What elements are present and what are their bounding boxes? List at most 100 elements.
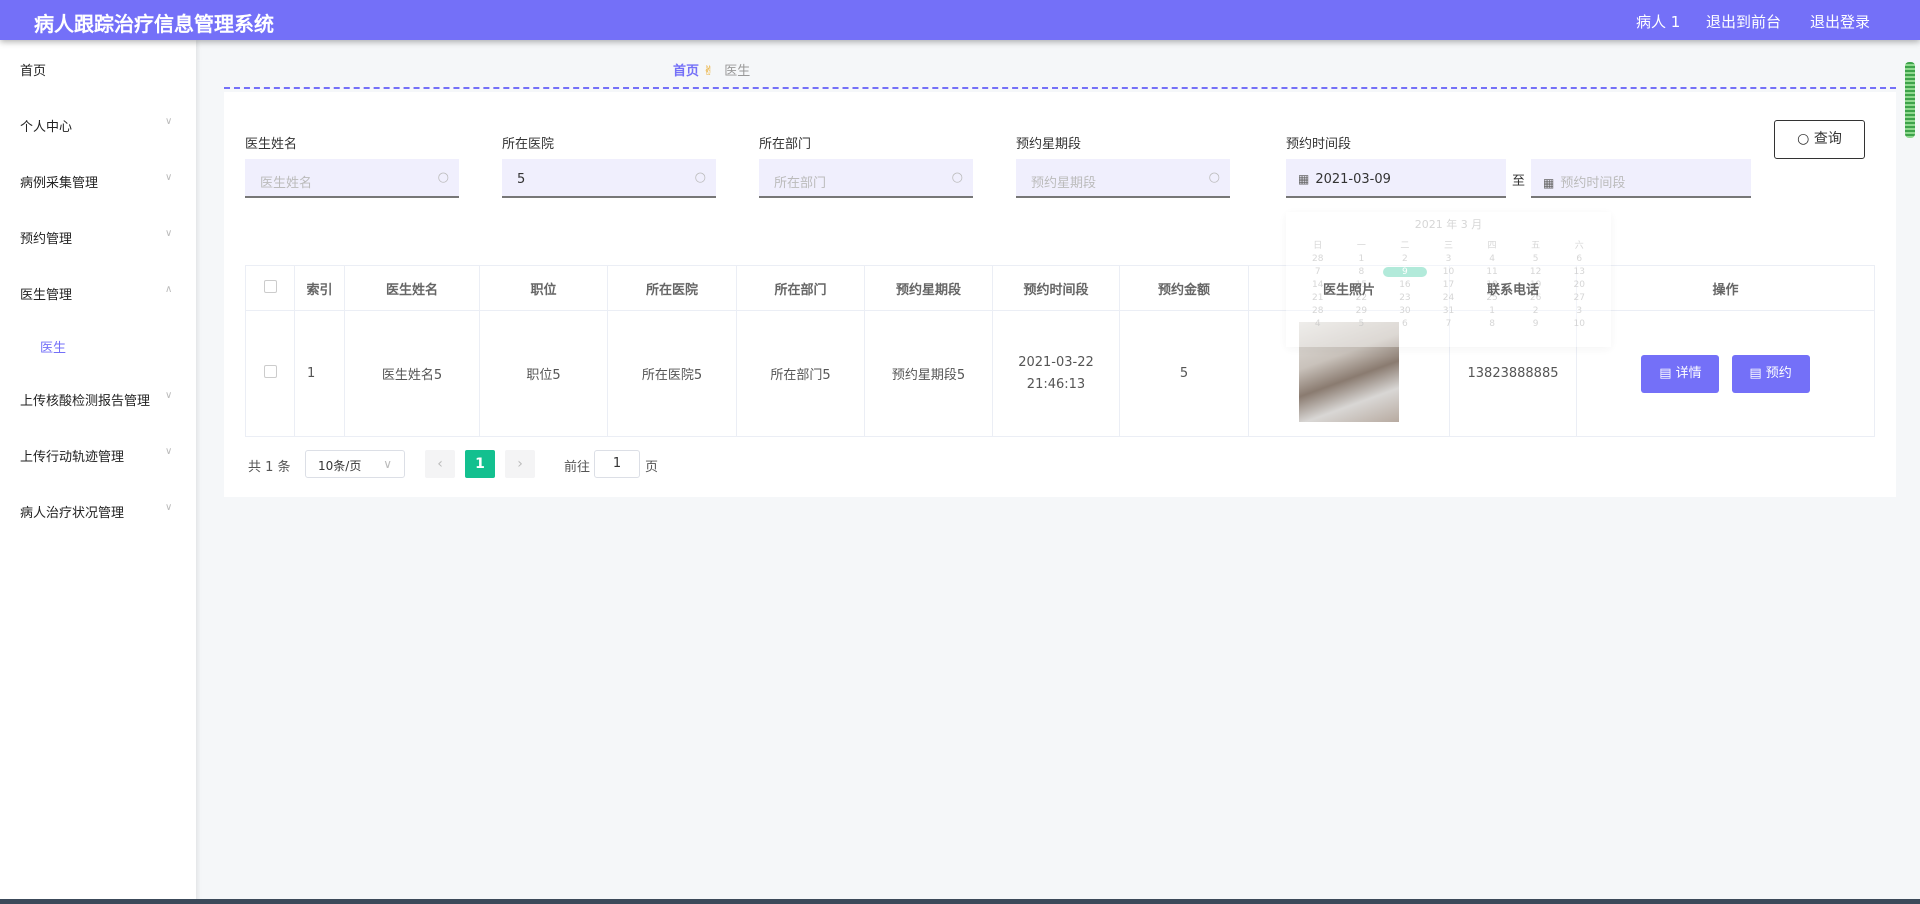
calendar-day[interactable]: 28 xyxy=(1296,254,1340,264)
calendar-icon: ▦ xyxy=(1543,176,1555,190)
col-hospital: 所在医院 xyxy=(607,265,737,311)
calendar-day[interactable]: 27 xyxy=(1557,293,1601,303)
calendar-day[interactable]: 6 xyxy=(1383,319,1427,329)
row-checkbox[interactable] xyxy=(245,310,295,437)
calendar-day[interactable]: 7 xyxy=(1427,319,1471,329)
calendar-day[interactable]: 17 xyxy=(1427,280,1471,290)
search-icon: ○ xyxy=(1797,131,1814,147)
book-button[interactable]: ▤ 预约 xyxy=(1731,354,1810,393)
calendar-day[interactable]: 24 xyxy=(1427,293,1471,303)
calendar-day[interactable]: 3 xyxy=(1557,306,1601,316)
col-time: 预约时间段 xyxy=(992,265,1120,311)
calendar-day[interactable]: 7 xyxy=(1296,267,1340,277)
weekday-label: 六 xyxy=(1574,241,1584,251)
sidebar-item-nucleic[interactable]: 上传核酸检测报告管理 xyxy=(20,390,150,409)
hospital-input[interactable]: 5 ○ xyxy=(502,159,716,198)
weekday-label: 一 xyxy=(1356,241,1366,251)
page-1-button[interactable]: 1 xyxy=(465,450,495,478)
exit-to-front-link[interactable]: 退出到前台 xyxy=(1706,11,1781,32)
calendar-day[interactable]: 20 xyxy=(1557,280,1601,290)
calendar-day[interactable]: 28 xyxy=(1296,306,1340,316)
total-count: 共 1 条 xyxy=(248,460,291,475)
logout-link[interactable]: 退出登录 xyxy=(1810,11,1870,32)
sidebar-item-personal[interactable]: 个人中心 xyxy=(20,116,72,135)
calendar-day[interactable]: 30 xyxy=(1383,306,1427,316)
calendar-day[interactable]: 5 xyxy=(1514,254,1558,264)
calendar-day[interactable]: 12 xyxy=(1514,267,1558,277)
calendar-day[interactable]: 10 xyxy=(1427,267,1471,277)
select-all-checkbox[interactable] xyxy=(245,265,295,311)
goto-page-input[interactable]: 1 xyxy=(594,450,640,478)
prev-page-button[interactable]: ‹ xyxy=(425,450,455,478)
col-dept: 所在部门 xyxy=(736,265,865,311)
sidebar-item-doctor[interactable]: 医生 xyxy=(40,337,66,356)
label-weekday: 预约星期段 xyxy=(1016,137,1082,152)
calendar-day[interactable]: 2 xyxy=(1514,306,1558,316)
goto-label: 前往 xyxy=(564,460,591,475)
query-button[interactable]: ○ 查询 xyxy=(1774,120,1865,159)
scrollbar[interactable] xyxy=(1905,62,1915,138)
next-page-button[interactable]: › xyxy=(505,450,535,478)
search-icon: ○ xyxy=(1208,170,1220,185)
detail-button[interactable]: ▤ 详情 xyxy=(1641,354,1720,393)
breadcrumb-home[interactable]: 首页 xyxy=(673,64,699,79)
value: 2021-03-09 xyxy=(1315,172,1391,187)
dept-input[interactable]: 所在部门 ○ xyxy=(759,159,973,198)
label-hospital: 所在医院 xyxy=(502,137,555,152)
calendar-day[interactable]: 4 xyxy=(1296,319,1340,329)
calendar-day[interactable]: 5 xyxy=(1340,319,1384,329)
col-photo-label: 医生照片 xyxy=(1322,282,1375,298)
chevron-down-icon: ∨ xyxy=(165,116,173,127)
calendar-day[interactable]: 9 xyxy=(1514,319,1558,329)
calendar-day[interactable]: 11 xyxy=(1470,267,1514,277)
doctor-table: 索引 医生姓名 职位 所在医院 所在部门 预约星期段 预约时间段 预约金额 医生… xyxy=(245,265,1875,437)
cell-time: 2021-03-22 21:46:13 xyxy=(992,310,1120,437)
sidebar-item-track[interactable]: 上传行动轨迹管理 xyxy=(20,446,124,465)
sidebar-item-cases[interactable]: 病例采集管理 xyxy=(20,172,98,191)
doctor-name-input[interactable]: 医生姓名 ○ xyxy=(245,159,459,198)
calendar-day[interactable]: 1 xyxy=(1470,306,1514,316)
calendar-icon: ▦ xyxy=(1298,172,1310,186)
page-size-value: 10条/页 xyxy=(318,459,362,473)
calendar-day[interactable]: 2 xyxy=(1383,254,1427,264)
calendar-day[interactable]: 8 xyxy=(1470,319,1514,329)
end-date-input[interactable]: ▦ 预约时间段 xyxy=(1531,159,1751,198)
start-date-input[interactable]: ▦ 2021-03-09 xyxy=(1286,159,1506,198)
calendar-day[interactable]: 1 xyxy=(1340,254,1384,264)
cell-index: 1 xyxy=(294,310,345,437)
sidebar-item-doctor-mgmt[interactable]: 医生管理 xyxy=(20,284,72,303)
weekday-label: 日 xyxy=(1313,241,1323,251)
calendar-day[interactable]: 10 xyxy=(1557,319,1601,329)
placeholder: 医生姓名 xyxy=(260,176,313,191)
calendar-title: 2021 年 3 月 xyxy=(1414,218,1483,231)
calendar-day[interactable]: 29 xyxy=(1340,306,1384,316)
calendar-day[interactable]: 4 xyxy=(1470,254,1514,264)
calendar-day[interactable]: 23 xyxy=(1383,293,1427,303)
calendar-day[interactable]: 3 xyxy=(1427,254,1471,264)
weekday-label: 五 xyxy=(1531,241,1541,251)
cell-actions: ▤ 详情 ▤ 预约 xyxy=(1576,310,1875,437)
calendar-day[interactable]: 13 xyxy=(1557,267,1601,277)
table-header-row: 索引 医生姓名 职位 所在医院 所在部门 预约星期段 预约时间段 预约金额 医生… xyxy=(245,265,1875,311)
col-fee: 预约金额 xyxy=(1119,265,1249,311)
cell-title: 职位5 xyxy=(479,310,608,437)
calendar-day[interactable]: 9 xyxy=(1383,267,1427,277)
calendar-day[interactable]: 31 xyxy=(1427,306,1471,316)
col-actions: 操作 xyxy=(1576,265,1875,311)
cell-name: 医生姓名5 xyxy=(344,310,480,437)
sidebar-item-home[interactable]: 首页 xyxy=(20,60,46,79)
sidebar-item-appointments[interactable]: 预约管理 xyxy=(20,228,72,247)
value: 5 xyxy=(517,172,526,187)
sidebar-item-treatment[interactable]: 病人治疗状况管理 xyxy=(20,502,124,521)
placeholder: 预约星期段 xyxy=(1031,176,1097,191)
date-picker-popup: 2021 年 3 月 日一二三四五六 28 1 2 3 4 5 6 7 8 9 10 11 12 13 14 1… xyxy=(1286,212,1611,347)
search-icon: ○ xyxy=(951,170,963,185)
page-size-select[interactable]: 10条/页 ∨ xyxy=(305,450,405,478)
calendar-day[interactable]: 6 xyxy=(1557,254,1601,264)
weekday-label: 二 xyxy=(1400,241,1410,251)
calendar-day[interactable]: 8 xyxy=(1340,267,1384,277)
user-name[interactable]: 病人 1 xyxy=(1636,11,1680,32)
weekday-input[interactable]: 预约星期段 ○ xyxy=(1016,159,1230,198)
search-icon: ○ xyxy=(694,170,706,185)
calendar-day[interactable]: 16 xyxy=(1383,280,1427,290)
